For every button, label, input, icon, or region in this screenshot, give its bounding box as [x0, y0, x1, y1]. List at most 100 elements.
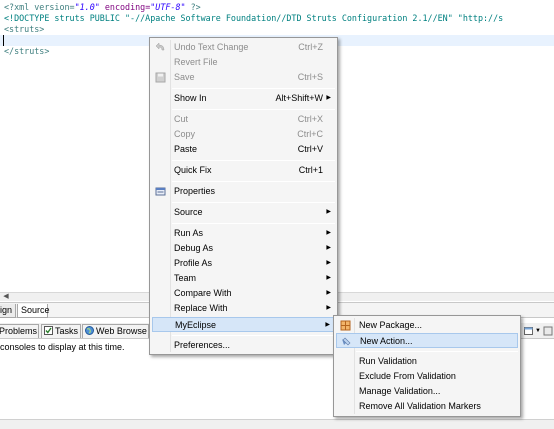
submenu-arrow-icon: ▶ — [326, 209, 331, 215]
menu-item-label: Manage Validation... — [359, 386, 441, 396]
menu-item-label: Undo Text Change — [174, 42, 249, 52]
menu-item-label: Copy — [174, 129, 196, 139]
view-toolbar: ▼ — [524, 325, 554, 337]
save-icon — [155, 72, 166, 83]
submenu-arrow-icon: ▶ — [326, 305, 331, 311]
menu-item-quick-fix[interactable]: Quick Fix Ctrl+1 — [152, 163, 335, 178]
menu-item-label: New Action... — [360, 336, 413, 346]
menu-separator — [172, 202, 335, 203]
menu-item-copy[interactable]: Copy Ctrl+C — [152, 127, 335, 142]
code-line-xml-declaration: <?xml version="1.0" encoding="UTF-8" ?> — [4, 2, 201, 13]
tab-problems-label: Problems — [0, 326, 38, 336]
menu-item-exclude-from-validation[interactable]: Exclude From Validation — [336, 369, 518, 384]
action-icon — [342, 337, 351, 346]
text-cursor — [3, 35, 4, 46]
submenu-arrow-icon: ▶ — [326, 95, 331, 101]
submenu-arrow-icon: ▶ — [326, 275, 331, 281]
menu-item-revert-file[interactable]: Revert File — [152, 55, 335, 70]
menu-item-remove-validation-markers[interactable]: Remove All Validation Markers — [336, 399, 518, 414]
console-message: consoles to display at this time. — [0, 342, 125, 352]
menu-item-run-as[interactable]: Run As ▶ — [152, 226, 335, 241]
tab-tasks[interactable]: Tasks — [41, 324, 81, 338]
open-console-icon[interactable] — [524, 326, 534, 336]
xml-decl-close: ?> — [185, 2, 201, 12]
package-icon — [340, 320, 351, 331]
menu-item-label: Revert File — [174, 57, 218, 67]
menu-item-label: Debug As — [174, 243, 214, 253]
myeclipse-submenu: New Package... New Action... Run Validat… — [333, 315, 521, 417]
code-line-doctype: <!DOCTYPE struts PUBLIC "-//Apache Softw… — [4, 13, 504, 23]
view-menu-icon[interactable] — [543, 326, 553, 336]
menu-item-label: MyEclipse — [175, 320, 217, 330]
menu-separator — [356, 351, 518, 352]
menu-item-label: Replace With — [174, 303, 228, 313]
menu-item-paste[interactable]: Paste Ctrl+V — [152, 142, 335, 157]
menu-separator — [172, 335, 335, 336]
menu-item-label: Remove All Validation Markers — [359, 401, 481, 411]
menu-item-shortcut: Ctrl+S — [297, 72, 323, 82]
menu-item-label: Properties — [174, 186, 216, 196]
menu-item-show-in[interactable]: Show In Alt+Shift+W ▶ — [152, 91, 335, 106]
menu-item-run-validation[interactable]: Run Validation — [336, 354, 518, 369]
menu-separator — [172, 109, 335, 110]
menu-item-label: Run As — [174, 228, 204, 238]
tab-web-browser[interactable]: Web Browse — [82, 324, 149, 338]
menu-item-label: New Package... — [359, 320, 423, 330]
menu-item-shortcut: Ctrl+1 — [298, 165, 323, 175]
menu-item-label: Paste — [174, 144, 198, 154]
tab-design[interactable]: ign — [0, 304, 16, 318]
menu-item-label: Preferences... — [174, 340, 231, 350]
menu-item-label: Source — [174, 207, 203, 217]
tab-web-browser-label: Web Browse — [96, 326, 147, 336]
menu-item-shortcut: Ctrl+Z — [298, 42, 323, 52]
menu-item-team[interactable]: Team ▶ — [152, 271, 335, 286]
submenu-arrow-icon: ▶ — [326, 260, 331, 266]
submenu-arrow-icon: ▶ — [326, 290, 331, 296]
menu-item-properties[interactable]: Properties — [152, 184, 335, 199]
menu-item-myeclipse[interactable]: MyEclipse ▶ — [152, 317, 335, 332]
menu-item-label: Profile As — [174, 258, 213, 268]
menu-separator — [172, 223, 335, 224]
menu-item-shortcut: Ctrl+C — [297, 129, 323, 139]
xml-decl-open: <?xml version= — [4, 2, 75, 12]
tab-source[interactable]: Source — [17, 304, 50, 318]
menu-item-preferences[interactable]: Preferences... — [152, 338, 335, 353]
code-line-struts-close: </struts> — [4, 46, 50, 56]
menu-separator — [172, 88, 335, 89]
xml-version-value: "1.0" — [74, 2, 100, 12]
menu-item-label: Save — [174, 72, 195, 82]
menu-item-shortcut: Ctrl+X — [297, 114, 323, 124]
menu-item-save[interactable]: Save Ctrl+S — [152, 70, 335, 85]
menu-separator — [172, 181, 335, 182]
submenu-arrow-icon: ▶ — [326, 245, 331, 251]
xml-encoding-attr: encoding= — [99, 2, 151, 12]
tab-problems[interactable]: Problems — [0, 324, 39, 338]
menu-item-new-action[interactable]: New Action... — [336, 333, 518, 348]
tasks-icon — [44, 326, 53, 335]
menu-item-source[interactable]: Source ▶ — [152, 205, 335, 220]
menu-item-new-package[interactable]: New Package... — [336, 318, 518, 333]
menu-separator — [172, 160, 335, 161]
xml-encoding-value: "UTF-8" — [150, 2, 186, 12]
menu-item-label: Compare With — [174, 288, 232, 298]
menu-item-manage-validation[interactable]: Manage Validation... — [336, 384, 518, 399]
menu-item-label: Cut — [174, 114, 189, 124]
properties-icon — [155, 187, 166, 196]
menu-item-label: Quick Fix — [174, 165, 212, 175]
menu-item-label: Show In — [174, 93, 207, 103]
menu-item-compare-with[interactable]: Compare With ▶ — [152, 286, 335, 301]
menu-item-label: Run Validation — [359, 356, 417, 366]
menu-item-shortcut: Ctrl+V — [297, 144, 323, 154]
menu-item-replace-with[interactable]: Replace With ▶ — [152, 301, 335, 316]
scroll-left-arrow-icon[interactable]: ◀ — [2, 293, 10, 301]
menu-item-debug-as[interactable]: Debug As ▶ — [152, 241, 335, 256]
menu-item-profile-as[interactable]: Profile As ▶ — [152, 256, 335, 271]
submenu-arrow-icon: ▶ — [325, 322, 330, 328]
globe-icon — [85, 326, 94, 335]
menu-item-shortcut: Alt+Shift+W — [275, 93, 323, 103]
context-menu: Undo Text Change Ctrl+Z Revert File Save… — [149, 37, 338, 355]
menu-item-label: Team — [174, 273, 197, 283]
menu-item-undo-text-change[interactable]: Undo Text Change Ctrl+Z — [152, 40, 335, 55]
menu-item-cut[interactable]: Cut Ctrl+X — [152, 112, 335, 127]
submenu-arrow-icon: ▶ — [326, 230, 331, 236]
